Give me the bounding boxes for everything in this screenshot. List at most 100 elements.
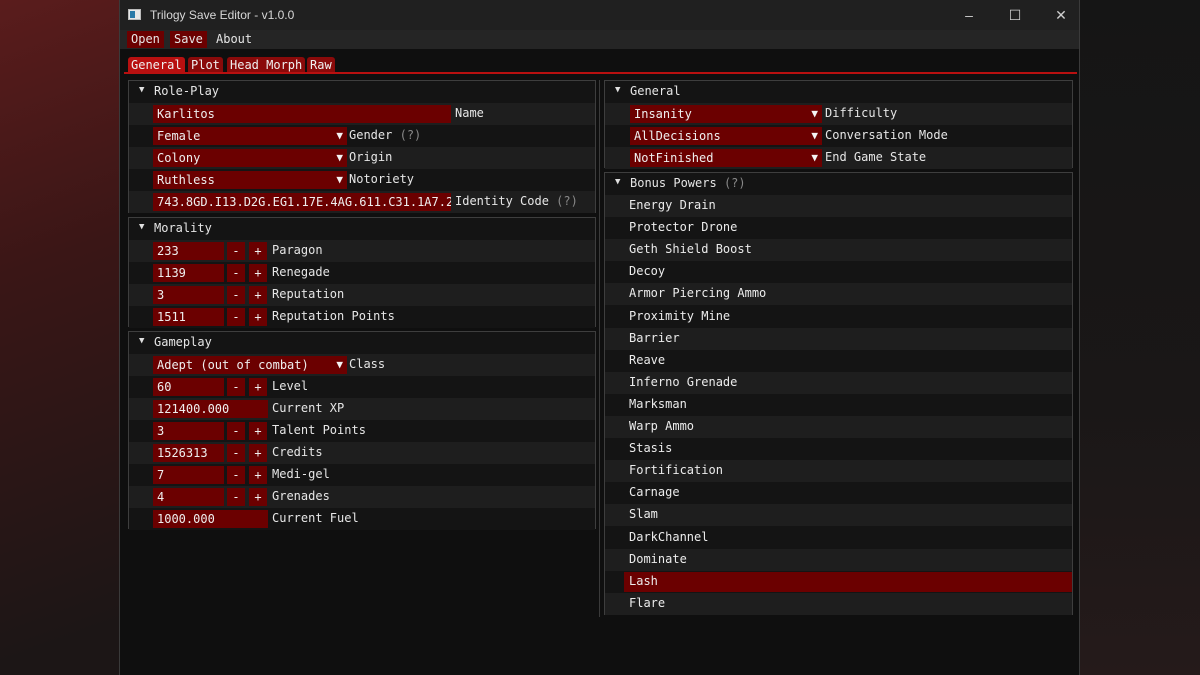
bonus-power-item[interactable]: Reave [605, 349, 1072, 372]
current-xp-input[interactable]: 121400.000 [153, 400, 268, 418]
section-title: Bonus Powers (?) [630, 176, 746, 190]
bonus-powers-header[interactable]: ▼ Bonus Powers (?) [605, 173, 1072, 195]
bonus-power-item[interactable]: Energy Drain [605, 195, 1072, 217]
section-title: Role-Play [154, 84, 220, 98]
bonus-power-item[interactable]: Armor Piercing Ammo [605, 283, 1072, 306]
increment-button[interactable]: + [249, 422, 267, 440]
decrement-button[interactable]: - [227, 264, 245, 282]
name-input[interactable]: Karlitos [153, 105, 451, 123]
bonus-power-item[interactable]: Dominate [605, 548, 1072, 571]
section-title: Gameplay [154, 335, 212, 349]
bonus-power-label: Armor Piercing Ammo [629, 286, 767, 301]
conversation-mode-select[interactable]: AllDecisions ▼ [630, 127, 822, 145]
decrement-button[interactable]: - [227, 378, 245, 396]
close-button[interactable]: ✕ [1038, 0, 1084, 30]
level-input[interactable]: 60 [153, 378, 224, 396]
current-fuel-input[interactable]: 1000.000 [153, 510, 268, 528]
menu-open[interactable]: Open [127, 31, 164, 48]
decrement-button[interactable]: - [227, 466, 245, 484]
increment-button[interactable]: + [249, 444, 267, 462]
identity-code-label: Identity Code (?) [455, 194, 578, 208]
decrement-button[interactable]: - [227, 488, 245, 506]
reputation-points-input[interactable]: 1511 [153, 308, 224, 326]
morality-header[interactable]: ▼ Morality [129, 218, 595, 240]
bonus-power-item[interactable]: Slam [605, 504, 1072, 527]
decrement-button[interactable]: - [227, 286, 245, 304]
end-game-state-select[interactable]: NotFinished ▼ [630, 149, 822, 167]
role-play-panel: ▼ Role-Play Karlitos Name Female ▼ Gender… [128, 80, 596, 213]
help-hint[interactable]: (?) [556, 194, 578, 208]
bonus-power-item[interactable]: Lash [605, 570, 1072, 593]
class-select[interactable]: Adept (out of combat) ▼ [153, 356, 347, 374]
end-game-state-value: NotFinished [634, 151, 714, 165]
paragon-input[interactable]: 233 [153, 242, 224, 260]
notoriety-select[interactable]: Ruthless ▼ [153, 171, 347, 189]
general-header[interactable]: ▼ General [605, 81, 1072, 103]
increment-button[interactable]: + [249, 378, 267, 396]
menu-about[interactable]: About [212, 31, 256, 48]
identity-code-input[interactable]: 743.8GD.I13.D2G.EG1.17E.4AG.611.C31.1A7.… [153, 193, 451, 211]
medigel-input[interactable]: 7 [153, 466, 224, 484]
reputation-label: Reputation [272, 287, 345, 301]
bonus-power-item[interactable]: DarkChannel [605, 526, 1072, 549]
increment-button[interactable]: + [249, 466, 267, 484]
tab-plot[interactable]: Plot [188, 57, 223, 73]
menu-save[interactable]: Save [170, 31, 207, 48]
bonus-power-item[interactable]: Warp Ammo [605, 416, 1072, 438]
bonus-power-item[interactable]: Carnage [605, 482, 1072, 505]
collapse-arrow-icon: ▼ [139, 222, 145, 232]
minimize-button[interactable]: – [946, 0, 992, 30]
tab-general[interactable]: General [128, 57, 185, 73]
credits-label: Credits [272, 445, 323, 459]
window-title: Trilogy Save Editor - v1.0.0 [150, 8, 295, 22]
decrement-button[interactable]: - [227, 242, 245, 260]
gameplay-header[interactable]: ▼ Gameplay [129, 332, 595, 354]
collapse-arrow-icon: ▼ [139, 85, 145, 95]
maximize-button[interactable]: ☐ [992, 0, 1038, 30]
credits-input[interactable]: 1526313 [153, 444, 224, 462]
title-bar: Trilogy Save Editor - v1.0.0 – ☐ ✕ [120, 0, 1079, 30]
bonus-power-item[interactable]: Marksman [605, 393, 1072, 416]
difficulty-select[interactable]: Insanity ▼ [630, 105, 822, 123]
role-play-header[interactable]: ▼ Role-Play [129, 81, 595, 103]
collapse-arrow-icon: ▼ [139, 336, 145, 346]
increment-button[interactable]: + [249, 286, 267, 304]
bonus-power-item[interactable]: Geth Shield Boost [605, 239, 1072, 262]
bonus-power-item[interactable]: Barrier [605, 327, 1072, 350]
origin-select[interactable]: Colony ▼ [153, 149, 347, 167]
app-window: Trilogy Save Editor - v1.0.0 – ☐ ✕ Open … [119, 0, 1080, 675]
increment-button[interactable]: + [249, 242, 267, 260]
column-splitter[interactable] [599, 80, 600, 617]
bonus-power-item[interactable]: Inferno Grenade [605, 371, 1072, 394]
gender-row: Female ▼ Gender (?) [129, 125, 595, 147]
talent-points-input[interactable]: 3 [153, 422, 224, 440]
bonus-power-item[interactable]: Decoy [605, 261, 1072, 284]
section-title: General [630, 84, 681, 98]
bonus-power-item[interactable]: Fortification [605, 460, 1072, 483]
increment-button[interactable]: + [249, 264, 267, 282]
help-hint[interactable]: (?) [400, 128, 422, 142]
increment-button[interactable]: + [249, 488, 267, 506]
decrement-button[interactable]: - [227, 422, 245, 440]
bonus-power-item[interactable]: Protector Drone [605, 217, 1072, 240]
name-label: Name [455, 106, 484, 120]
increment-button[interactable]: + [249, 308, 267, 326]
decrement-button[interactable]: - [227, 308, 245, 326]
selection-highlight [624, 571, 1072, 592]
bonus-power-label: Protector Drone [629, 220, 738, 235]
grenades-input[interactable]: 4 [153, 488, 224, 506]
help-hint[interactable]: (?) [724, 176, 746, 190]
bonus-power-label: Barrier [629, 330, 680, 345]
bonus-power-item[interactable]: Stasis [605, 438, 1072, 461]
level-label: Level [272, 379, 309, 393]
tab-raw[interactable]: Raw [307, 57, 335, 73]
reputation-input[interactable]: 3 [153, 286, 224, 304]
dropdown-arrow-icon: ▼ [336, 151, 343, 164]
origin-row: Colony ▼ Origin [129, 147, 595, 169]
bonus-power-item[interactable]: Proximity Mine [605, 305, 1072, 328]
tab-head-morph[interactable]: Head Morph [227, 57, 306, 73]
gender-select[interactable]: Female ▼ [153, 127, 347, 145]
renegade-input[interactable]: 1139 [153, 264, 224, 282]
bonus-power-item[interactable]: Flare [605, 592, 1072, 615]
decrement-button[interactable]: - [227, 444, 245, 462]
